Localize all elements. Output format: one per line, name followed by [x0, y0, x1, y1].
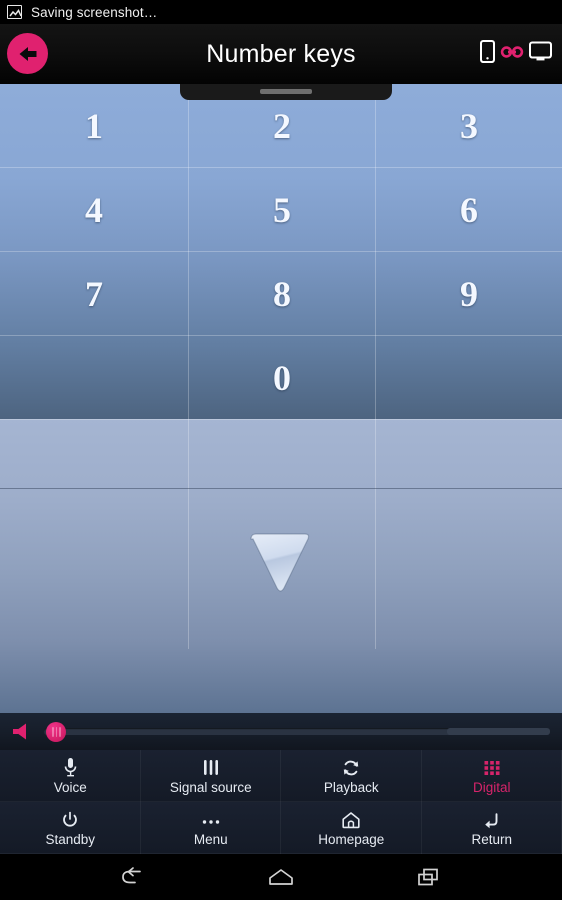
key-9[interactable]: 9: [376, 252, 562, 335]
button-return[interactable]: Return: [421, 802, 562, 854]
key-5[interactable]: 5: [189, 168, 375, 251]
key-7[interactable]: 7: [0, 252, 188, 335]
android-back-icon: [121, 867, 141, 884]
button-standby[interactable]: Standby: [0, 802, 141, 854]
button-voice[interactable]: Voice: [0, 750, 141, 802]
button-digital[interactable]: Digital: [421, 750, 562, 802]
remote-button-grid: Voice Signal source Playback Digital Sta…: [0, 750, 562, 854]
android-home-button[interactable]: [246, 854, 316, 900]
phone-icon: [480, 40, 495, 68]
button-label: Standby: [45, 832, 96, 847]
button-signal-source[interactable]: Signal source: [140, 750, 281, 802]
android-status-bar: Saving screenshot…: [0, 0, 562, 24]
grid-line-vertical: [375, 419, 376, 649]
volume-bar: [0, 713, 562, 750]
android-back-button[interactable]: [99, 854, 169, 900]
image-icon: [7, 5, 22, 19]
volume-slider-thumb[interactable]: [46, 722, 66, 742]
remote-surface: 1 2 3 4 5 6 7 8 9 0: [0, 84, 562, 713]
button-label: Playback: [323, 780, 379, 795]
button-label: Menu: [193, 832, 228, 847]
panel-drag-handle[interactable]: [180, 84, 392, 100]
down-triangle-icon: [250, 533, 310, 592]
refresh-icon: [342, 757, 360, 777]
button-label: Voice: [53, 780, 87, 795]
down-triangle-button[interactable]: [243, 530, 318, 596]
button-label: Digital: [472, 780, 511, 795]
key-4[interactable]: 4: [0, 168, 188, 251]
volume-icon[interactable]: [12, 722, 32, 741]
android-recents-button[interactable]: [393, 854, 463, 900]
app-title-bar: Number keys: [0, 24, 562, 84]
android-recents-icon: [418, 868, 439, 886]
key-3[interactable]: 3: [376, 84, 562, 167]
grid-line-vertical: [188, 419, 189, 649]
key-6[interactable]: 6: [376, 168, 562, 251]
key-1[interactable]: 1: [0, 84, 188, 167]
home-icon: [341, 809, 361, 829]
button-menu[interactable]: Menu: [140, 802, 281, 854]
power-icon: [61, 809, 79, 829]
grid-line-horizontal: [0, 419, 562, 420]
signal-bars-icon: [202, 757, 220, 777]
grid-icon: [483, 757, 501, 777]
key-8[interactable]: 8: [189, 252, 375, 335]
button-label: Return: [471, 832, 513, 847]
page-title: Number keys: [206, 39, 356, 68]
button-homepage[interactable]: Homepage: [281, 802, 422, 854]
microphone-icon: [64, 757, 77, 777]
button-label: Signal source: [169, 780, 252, 795]
drag-grip: [260, 89, 312, 94]
volume-slider-segment: [447, 728, 550, 735]
button-label: Homepage: [318, 832, 385, 847]
tv-icon: [529, 41, 552, 67]
grid-line-horizontal: [0, 488, 562, 489]
return-arrow-icon: [482, 809, 502, 829]
dots-icon: [201, 809, 221, 829]
connection-status-group: [480, 24, 552, 84]
link-icon: [500, 45, 524, 64]
android-home-icon: [269, 869, 293, 885]
android-nav-bar: [0, 854, 562, 900]
key-0[interactable]: 0: [189, 336, 375, 419]
button-playback[interactable]: Playback: [281, 750, 422, 802]
app-root: Saving screenshot… Number keys 1 2 3 4 5…: [0, 0, 562, 900]
status-message: Saving screenshot…: [31, 4, 158, 20]
volume-slider-track[interactable]: [44, 728, 550, 735]
